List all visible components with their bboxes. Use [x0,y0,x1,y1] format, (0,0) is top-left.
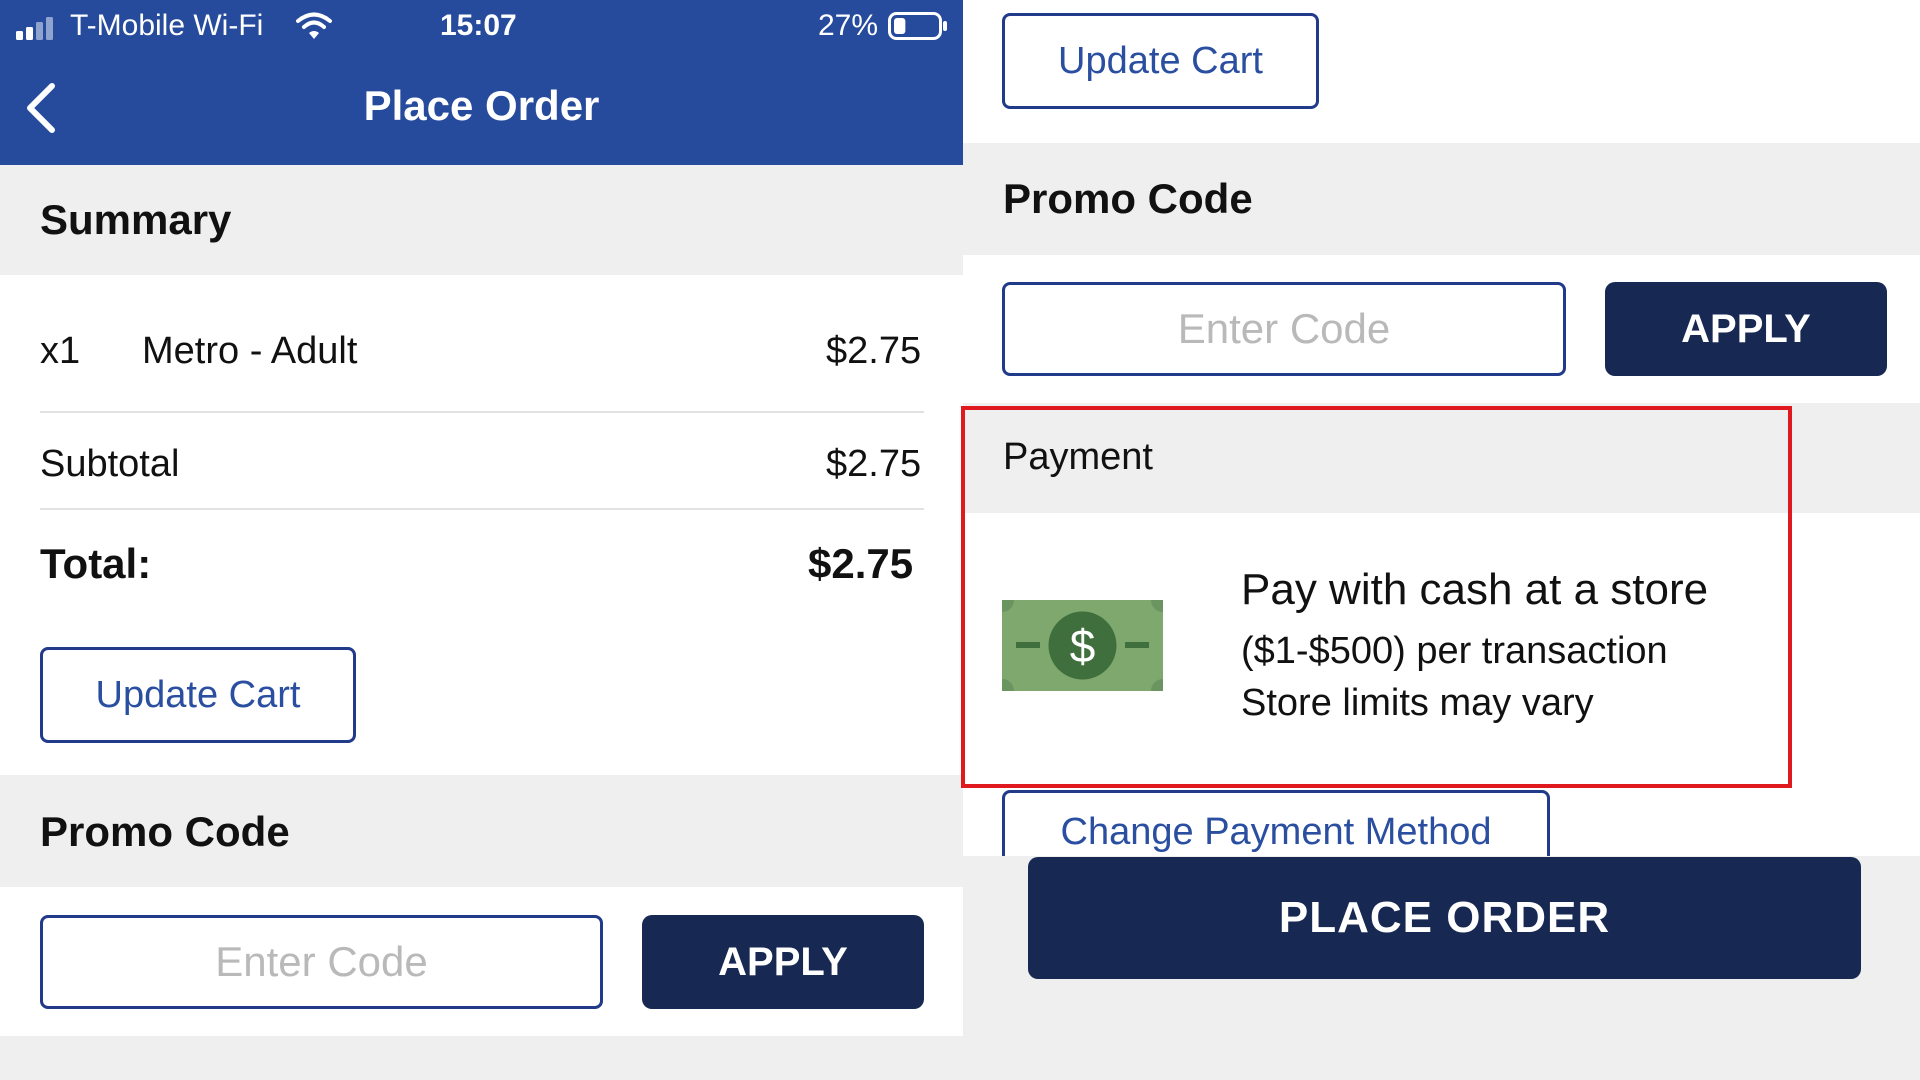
subtotal-label: Subtotal [40,443,180,485]
change-payment-method-button[interactable]: Change Payment Method [1002,790,1550,856]
total-label: Total: [40,540,152,587]
item-price: $2.75 [826,330,922,372]
summary-title: Summary [40,196,232,243]
payment-highlight-box [961,406,1792,788]
clock: 15:07 [440,9,517,42]
item-quantity: x1 [40,330,81,372]
divider [40,411,924,413]
battery-percent: 27% [818,9,879,42]
item-name: Metro - Adult [142,330,358,372]
apply-button[interactable]: APPLY [642,915,924,1009]
carrier-label: T-Mobile Wi-Fi [70,9,264,42]
battery-icon [888,12,948,40]
update-cart-button[interactable]: Update Cart [40,647,356,743]
divider [40,508,924,510]
promo-code-input[interactable]: Enter Code [1002,282,1566,376]
payment-header [0,1036,963,1080]
signal-icon [16,16,62,40]
update-cart-button[interactable]: Update Cart [1002,13,1319,109]
wifi-icon [296,11,332,41]
place-order-button[interactable]: PLACE ORDER [1028,857,1861,979]
total-value: $2.75 [808,540,914,587]
apply-button[interactable]: APPLY [1605,282,1887,376]
promo-title: Promo Code [40,808,290,855]
subtotal-value: $2.75 [826,443,922,485]
promo-title: Promo Code [1003,175,1253,222]
promo-code-input[interactable]: Enter Code [40,915,603,1009]
page-title: Place Order [363,82,600,129]
